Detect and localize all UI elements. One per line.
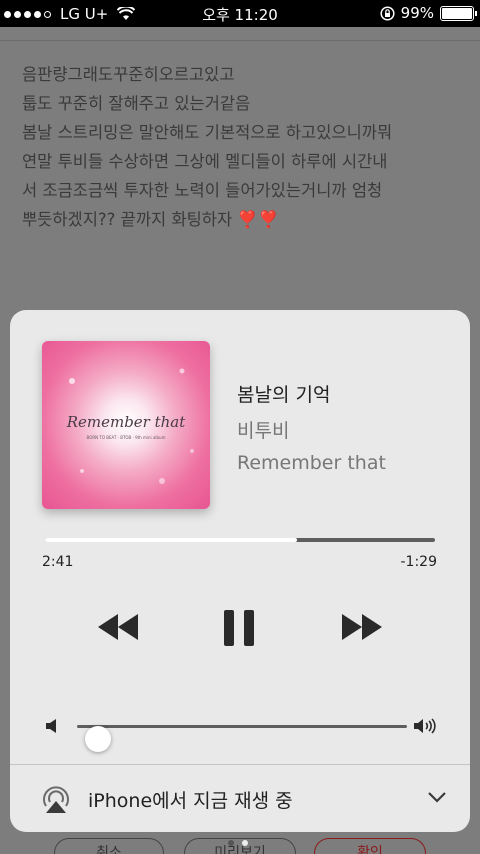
now-playing-card: Remember that BORN TO BEAT · BTOB · 9th … [10, 310, 470, 832]
remaining-time: -1:29 [400, 554, 438, 570]
artist-name: 비투비 [237, 420, 290, 442]
note-line: 서 조금조금씩 투자한 노력이 들어가있는거니까 엄청 [22, 181, 383, 200]
battery-icon [440, 5, 477, 21]
chevron-down-icon[interactable] [428, 792, 446, 803]
rotation-lock-icon [380, 5, 395, 21]
fast-forward-button[interactable] [340, 610, 384, 644]
album-art-subtitle: BORN TO BEAT · BTOB · 9th mini album [87, 435, 166, 440]
divider [0, 40, 480, 41]
volume-knob[interactable] [85, 726, 112, 752]
album-name: Remember that [237, 452, 386, 474]
airplay-icon[interactable] [40, 784, 72, 814]
page-indicator [228, 840, 248, 846]
note-line: 봄날 스트리밍은 말안해도 기본적으로 하고있으니까뭐 [22, 123, 393, 142]
progress-played [45, 538, 297, 542]
volume-low-icon [46, 719, 56, 733]
note-line: 음판량그래도꾸준히오르고있고 [22, 65, 235, 84]
elapsed-time: 2:41 [42, 554, 74, 570]
track-info: 봄날의 기억 비투비 Remember that [237, 380, 386, 474]
volume-control [45, 714, 437, 752]
volume-high-icon [414, 718, 436, 734]
album-art[interactable]: Remember that BORN TO BEAT · BTOB · 9th … [42, 341, 210, 509]
output-device-label[interactable]: iPhone에서 지금 재생 중 [88, 786, 293, 813]
heart-emoji: ❣️❣️ [237, 210, 279, 229]
rewind-button[interactable] [96, 610, 140, 644]
album-art-graphic: Remember that BORN TO BEAT · BTOB · 9th … [66, 368, 194, 484]
note-line: 연말 투비들 수상하면 그상에 멜디들이 하루에 시간내 [22, 152, 388, 171]
page-dot-active [242, 840, 248, 846]
song-title: 봄날의 기억 [237, 384, 331, 406]
status-right-group: 99% [380, 4, 477, 22]
note-line: 뿌듯하겠지?? 끝까지 화팅하자 ❣️❣️ [22, 205, 462, 234]
note-text: 음판량그래도꾸준히오르고있고 툽도 꾸준히 잘해주고 있는거같음 봄날 스트리밍… [22, 60, 462, 234]
status-bar: LG U+ 오후 11:20 99% [0, 0, 480, 27]
progress-scrubber[interactable] [45, 538, 435, 542]
confirm-button[interactable]: 확인 [314, 838, 426, 854]
album-art-title: Remember that [66, 413, 187, 431]
pause-button[interactable] [222, 608, 256, 648]
page-dot [228, 840, 234, 846]
battery-percent: 99% [400, 4, 434, 22]
note-line: 툽도 꾸준히 잘해주고 있는거같음 [22, 94, 251, 113]
battery-fill [442, 7, 472, 19]
divider [10, 764, 470, 765]
note-line-text: 뿌듯하겠지?? 끝까지 화팅하자 [22, 210, 233, 229]
volume-slider[interactable] [77, 725, 407, 752]
cancel-button[interactable]: 취소 [54, 838, 164, 854]
